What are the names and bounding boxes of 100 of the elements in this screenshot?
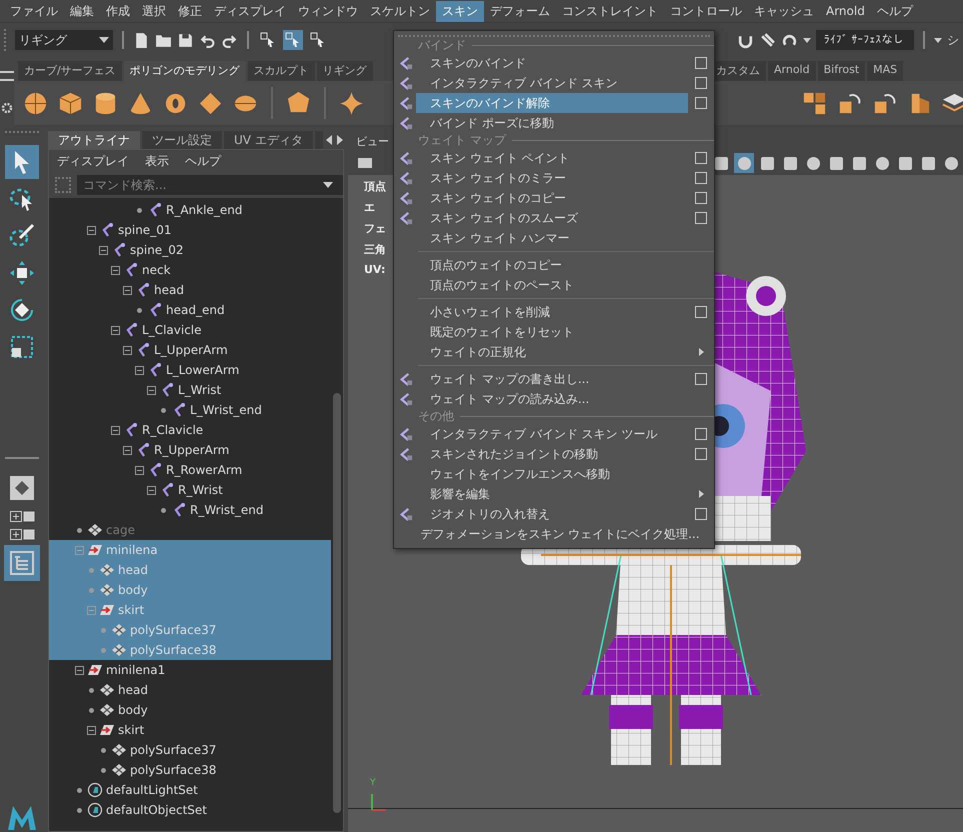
panel-menu-item[interactable]: 表示 xyxy=(145,152,169,170)
collapse-toggle-icon[interactable] xyxy=(135,366,144,374)
menu-item[interactable]: スキンのバインド解除 xyxy=(416,93,688,113)
shelf-menu-icon[interactable] xyxy=(0,71,14,81)
menu-bar-item[interactable]: ディスプレイ xyxy=(208,0,292,22)
collapse-toggle-icon[interactable] xyxy=(111,326,120,334)
collapse-toggle-icon[interactable] xyxy=(87,226,96,234)
layout-button[interactable] xyxy=(8,509,36,524)
collapse-toggle-icon[interactable] xyxy=(123,346,132,354)
menu-item[interactable]: スキンされたジョイントの移動 xyxy=(416,444,688,464)
menu-item[interactable]: スキン ウェイト ペイント xyxy=(416,148,688,168)
shelf-tab[interactable]: ポリゴンのモデリング xyxy=(124,61,246,81)
menu-bar-item[interactable]: ウィンドウ xyxy=(292,0,364,22)
menu-bar-item[interactable]: デフォーム xyxy=(484,0,556,22)
option-box-icon[interactable] xyxy=(695,172,707,184)
collapse-toggle-icon[interactable] xyxy=(147,386,156,394)
option-box-icon[interactable] xyxy=(695,448,707,460)
option-box-icon[interactable] xyxy=(695,77,707,89)
outliner-row[interactable]: L_Clavicle xyxy=(49,320,331,340)
viewport-toggle-icon[interactable] xyxy=(734,153,754,173)
outliner-row[interactable]: L_Wrist_end xyxy=(49,400,331,420)
panel-menu-item[interactable]: ディスプレイ xyxy=(57,152,129,170)
menu-bar-item[interactable]: ファイル xyxy=(4,0,64,22)
menu-bar-item[interactable]: ヘルプ xyxy=(870,0,919,22)
menu-bar-item[interactable]: コンストレイント xyxy=(556,0,664,22)
shelf-tab[interactable]: Arnold xyxy=(768,61,816,81)
outliner-row[interactable]: skirt xyxy=(49,720,331,740)
menu-bar-item[interactable]: スケルトン xyxy=(364,0,436,22)
menu-bar-item[interactable]: 編集 xyxy=(64,0,100,22)
panel-tab[interactable]: UV エディタ xyxy=(224,131,313,149)
menu-item[interactable]: インタラクティブ バインド スキン ツール xyxy=(416,424,688,444)
menu-item[interactable]: 頂点のウェイトのコピー xyxy=(416,255,688,275)
collapse-toggle-icon[interactable] xyxy=(75,666,84,674)
menu-item[interactable]: 影響を編集 xyxy=(416,484,688,504)
panel-menu-item[interactable]: ヘルプ xyxy=(185,152,221,170)
shelf-tab[interactable]: MAS xyxy=(867,61,904,81)
outliner-row[interactable]: defaultLightSet xyxy=(49,780,331,800)
outliner-row[interactable]: L_Wrist xyxy=(49,380,331,400)
outliner-row[interactable]: spine_01 xyxy=(49,220,331,240)
menu-item[interactable]: 既定のウェイトをリセット xyxy=(416,322,688,342)
option-box-icon[interactable] xyxy=(695,306,707,318)
menu-bar-item[interactable]: キャッシュ xyxy=(748,0,820,22)
menu-item[interactable]: ウェイト マップの読み込み... xyxy=(416,389,688,409)
outliner-row[interactable]: L_LowerArm xyxy=(49,360,331,380)
outliner-row[interactable]: R_Clavicle xyxy=(49,420,331,440)
menu-bar-item[interactable]: 修正 xyxy=(172,0,208,22)
menu-item[interactable]: 小さいウェイトを削減 xyxy=(416,302,688,322)
option-box-icon[interactable] xyxy=(695,373,707,385)
menu-item[interactable]: ジオメトリの入れ替え xyxy=(416,504,688,524)
menu-bar-item[interactable]: コントロール xyxy=(664,0,748,22)
menu-bar-item[interactable]: スキン xyxy=(436,0,484,22)
collapse-toggle-icon[interactable] xyxy=(87,726,96,734)
outliner-row[interactable]: R_Wrist_end xyxy=(49,500,331,520)
collapse-toggle-icon[interactable] xyxy=(123,446,132,454)
menu-item[interactable]: ウェイトの正規化 xyxy=(416,342,688,362)
panel-menu-item[interactable]: ビュー xyxy=(356,134,389,148)
outliner-row[interactable]: spine_02 xyxy=(49,240,331,260)
outliner-row[interactable]: polySurface38 xyxy=(49,760,331,780)
option-box-icon[interactable] xyxy=(695,152,707,164)
outliner-row[interactable]: polySurface37 xyxy=(49,740,331,760)
shelf-tab[interactable]: Bifrost xyxy=(818,61,866,81)
scrollbar[interactable] xyxy=(333,393,341,813)
collapse-toggle-icon[interactable] xyxy=(111,426,120,434)
collapse-toggle-icon[interactable] xyxy=(123,286,132,294)
outliner-row[interactable]: minilena1 xyxy=(49,660,331,680)
shelf-tab[interactable]: リギング xyxy=(316,61,373,81)
new-file-icon[interactable] xyxy=(133,32,150,48)
panel-tab[interactable]: アウトライナ xyxy=(48,131,140,149)
collapse-toggle-icon[interactable] xyxy=(87,606,96,614)
collapse-toggle-icon[interactable] xyxy=(99,246,108,254)
outliner-row[interactable]: head xyxy=(49,280,331,300)
settings-icon[interactable] xyxy=(0,101,14,115)
outliner-row[interactable]: head_end xyxy=(49,300,331,320)
live-surface-field[interactable]: ﾗｲﾌﾞ ｻｰﾌｪｽなし xyxy=(816,30,914,50)
outliner-row[interactable]: R_UpperArm xyxy=(49,440,331,460)
menu-item[interactable]: スキンのバインド xyxy=(416,53,688,73)
outliner-row[interactable]: defaultObjectSet xyxy=(49,800,331,820)
search-field[interactable]: コマンド検索... xyxy=(77,175,343,195)
save-icon[interactable] xyxy=(177,32,194,48)
menu-item[interactable]: 頂点のウェイトのペースト xyxy=(416,275,688,295)
outliner-row[interactable]: R_RowerArm xyxy=(49,460,331,480)
menu-item[interactable]: ウェイトをインフルエンスへ移動 xyxy=(416,464,688,484)
menu-item[interactable]: バインド ポーズに移動 xyxy=(416,113,688,133)
menu-item[interactable]: スキン ウェイトのスムーズ xyxy=(416,208,688,228)
collapse-toggle-icon[interactable] xyxy=(135,466,144,474)
menu-item[interactable]: スキン ウェイトのミラー xyxy=(416,168,688,188)
option-box-icon[interactable] xyxy=(695,428,707,440)
layout-button[interactable] xyxy=(8,527,36,542)
shelf-tab[interactable]: スカルプト xyxy=(248,61,315,81)
menu-bar-item[interactable]: 作成 xyxy=(100,0,136,22)
menu-bar-item[interactable]: 選択 xyxy=(136,0,172,22)
outliner-row[interactable]: L_UpperArm xyxy=(49,340,331,360)
option-box-icon[interactable] xyxy=(695,57,707,69)
outliner-row[interactable]: body xyxy=(49,700,331,720)
menu-item[interactable]: スキン ウェイト ハンマー xyxy=(416,228,688,248)
collapse-toggle-icon[interactable] xyxy=(75,546,84,554)
outliner-row[interactable]: R_Ankle_end xyxy=(49,200,331,220)
collapse-toggle-icon[interactable] xyxy=(111,266,120,274)
shelf-tab[interactable]: カーブ/サーフェス xyxy=(18,61,122,81)
panel-tab[interactable]: ツール設定 xyxy=(142,131,222,149)
